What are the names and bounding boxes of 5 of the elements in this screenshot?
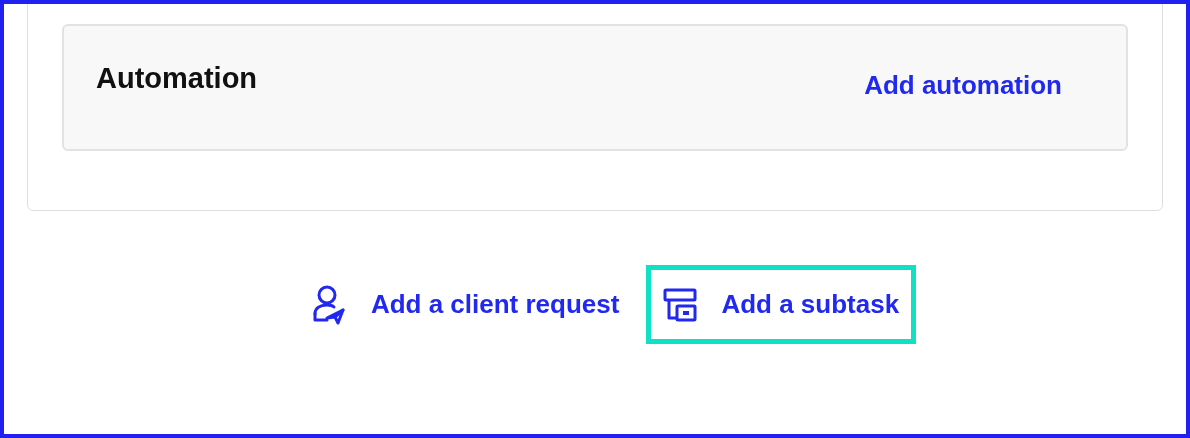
add-automation-link[interactable]: Add automation [864,72,1062,98]
action-button[interactable]: Add a subtask [646,265,917,344]
subtask-icon [663,287,698,322]
action-button[interactable]: Add a client request [289,265,637,344]
section-title: Automation [96,64,258,93]
